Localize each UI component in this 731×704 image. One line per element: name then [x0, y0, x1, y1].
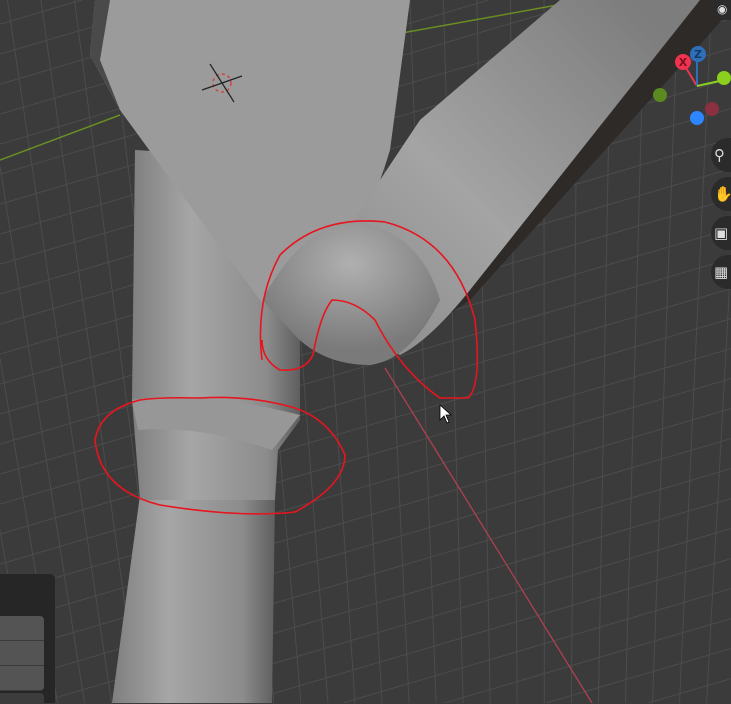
mouse-cursor-icon [440, 405, 451, 423]
grid-line [652, 0, 678, 703]
y-axis-line [0, 115, 120, 160]
panel-field[interactable] [0, 616, 44, 641]
panel-field[interactable] [0, 641, 44, 666]
gizmo-x-label: X [679, 56, 688, 69]
panel-field[interactable] [0, 666, 44, 691]
gizmo-neg-x[interactable] [705, 102, 719, 116]
panel-field[interactable] [0, 693, 44, 704]
grid-line [241, 559, 731, 703]
x-axis-line [385, 368, 592, 703]
grid-line [410, 0, 436, 703]
grid-line [0, 409, 731, 625]
grid-line [707, 259, 731, 703]
grid-line [343, 589, 731, 703]
grid-line [546, 649, 731, 703]
3d-viewport[interactable]: Z X [0, 0, 731, 703]
gizmo-y-axis[interactable] [717, 71, 731, 85]
grid-line [0, 439, 731, 655]
grid-line [0, 0, 82, 24]
view-visibility-icon[interactable]: ◉ [715, 0, 731, 20]
gizmo-neg-z[interactable] [690, 111, 704, 125]
grid-line [0, 469, 731, 685]
operator-panel [0, 574, 55, 703]
gizmo-neg-y[interactable] [653, 88, 667, 102]
grid-line [0, 349, 731, 565]
gizmo-z-label: Z [694, 48, 702, 61]
grid-line [648, 679, 731, 703]
